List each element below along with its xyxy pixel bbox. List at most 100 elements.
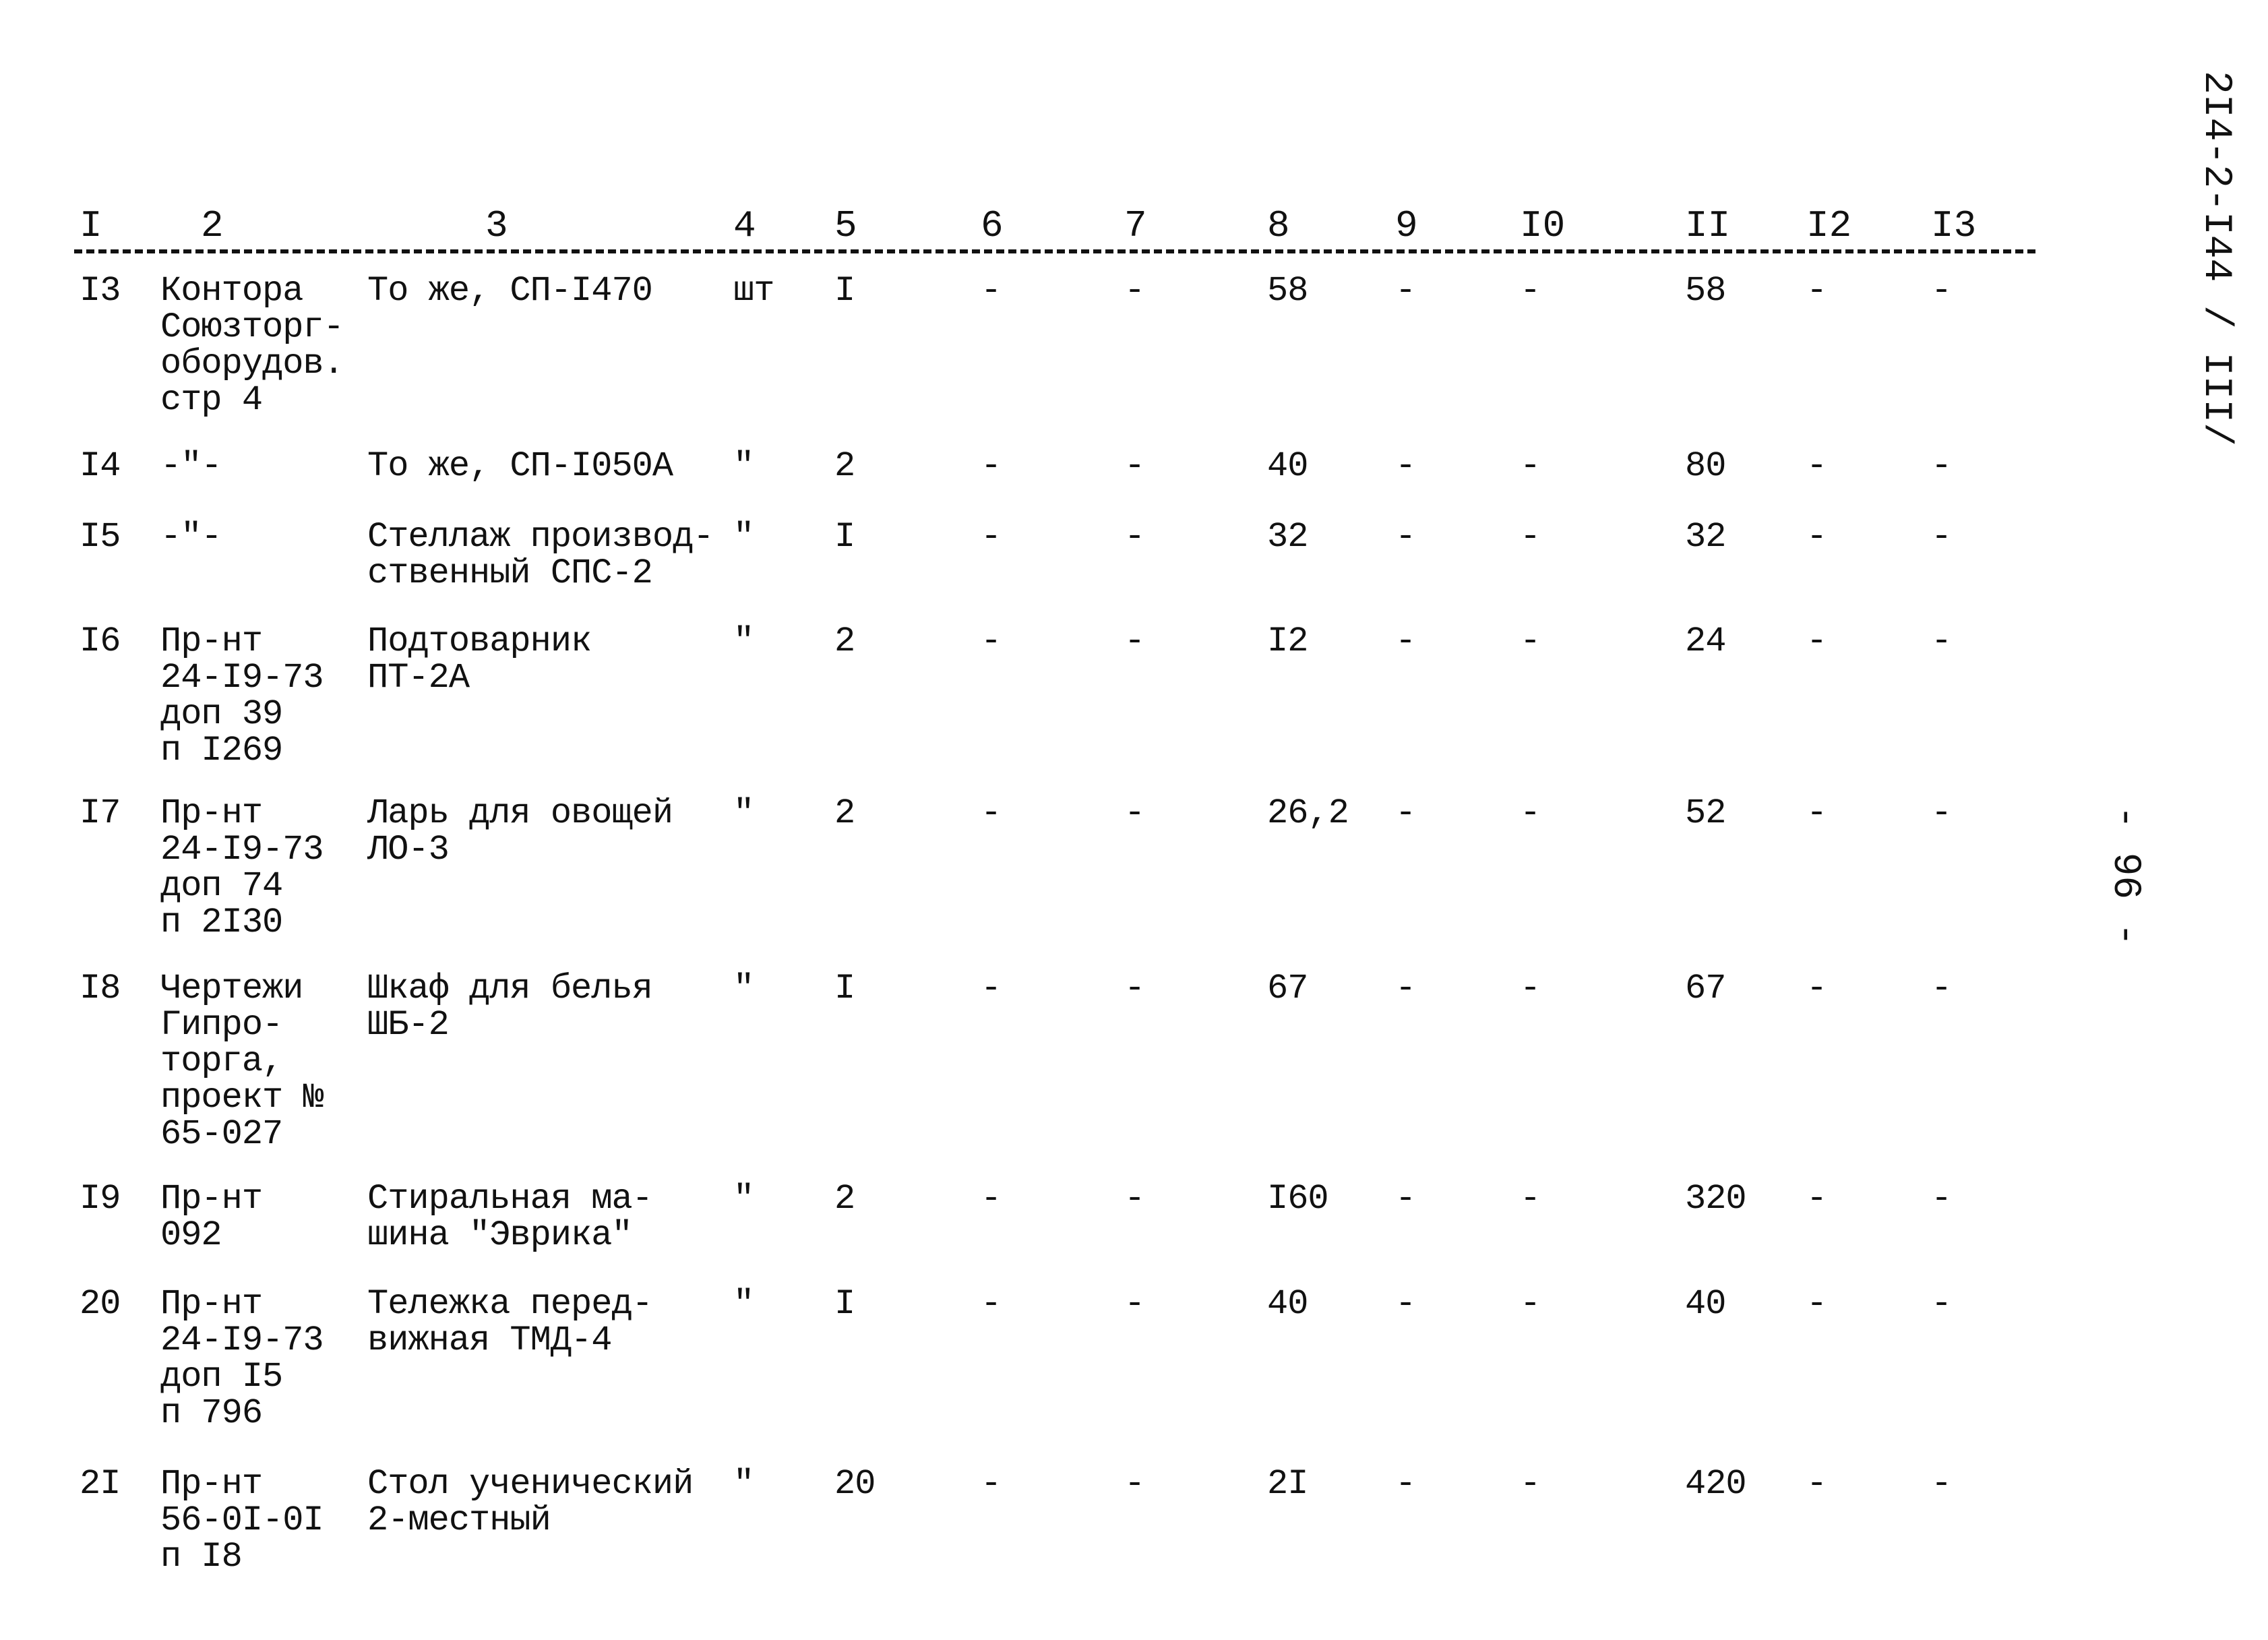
quantity: 20 [834,1464,876,1504]
unit-price: 67 [1267,969,1308,1008]
col-7: - [1124,793,1145,833]
col-12: - [1806,446,1827,486]
col-12: - [1806,271,1827,311]
quantity: 2 [834,621,855,661]
column-header-13: I3 [1931,204,1977,247]
header-dashed-rule [74,249,2035,253]
col-6: - [981,1179,1002,1219]
total-cost: 67 [1685,969,1726,1008]
col-6: - [981,969,1002,1008]
col-13: - [1931,621,1952,661]
unit: " [733,1464,754,1504]
col-9: - [1395,1179,1416,1219]
total-cost: 320 [1685,1179,1747,1219]
unit: " [733,1179,754,1219]
source-reference: Пр-нт 24-I9-73 доп 74 п 2I30 [160,793,324,942]
col-9: - [1395,446,1416,486]
column-header-12: I2 [1806,204,1852,247]
quantity: 2 [834,793,855,833]
source-reference: Пр-нт 092 [160,1179,263,1255]
total-cost: 24 [1685,621,1726,661]
item-name: То же, СП-I050А [367,446,673,486]
col-7: - [1124,1284,1145,1324]
row-number: I8 [80,969,121,1008]
column-header-3: 3 [485,204,508,247]
col-12: - [1806,793,1827,833]
unit: шт [733,271,774,311]
unit: " [733,517,754,557]
col-12: - [1806,517,1827,557]
total-cost: 80 [1685,446,1726,486]
column-header-11: II [1685,204,1731,247]
col-13: - [1931,969,1952,1008]
total-cost: 420 [1685,1464,1747,1504]
col-6: - [981,517,1002,557]
total-cost: 52 [1685,793,1726,833]
row-number: I9 [80,1179,121,1219]
column-header-2: 2 [201,204,224,247]
col-6: - [981,271,1002,311]
row-number: 20 [80,1284,121,1324]
row-number: I5 [80,517,121,557]
source-reference: Пр-нт 24-I9-73 доп 39 п I269 [160,621,324,770]
item-name: Шкаф для белья ШБ-2 [367,969,653,1045]
col-9: - [1395,793,1416,833]
document-code: 2I4-2-I44 / III/ [2194,71,2238,446]
unit-price: 58 [1267,271,1308,311]
quantity: 2 [834,1179,855,1219]
column-header-4: 4 [733,204,756,247]
item-name: Ларь для овощей ЛО-3 [367,793,673,870]
col-6: - [981,1284,1002,1324]
column-header-5: 5 [834,204,857,247]
col-13: - [1931,1284,1952,1324]
col-13: - [1931,517,1952,557]
col-9: - [1395,621,1416,661]
source-reference: Чертежи Гипро- торга, проект № 65-027 [160,969,324,1154]
column-header-1: I [80,204,102,247]
col-6: - [981,793,1002,833]
col-10: - [1520,1284,1541,1324]
unit-price: 40 [1267,1284,1308,1324]
col-10: - [1520,1179,1541,1219]
col-7: - [1124,1464,1145,1504]
item-name: Подтоварник ПТ-2А [367,621,592,698]
col-7: - [1124,969,1145,1008]
total-cost: 58 [1685,271,1726,311]
quantity: I [834,517,855,557]
item-name: Тележка перед- вижная ТМД-4 [367,1284,653,1360]
item-name: Стиральная ма- шина "Эврика" [367,1179,653,1255]
col-12: - [1806,969,1827,1008]
unit: " [733,621,754,661]
unit-price: I2 [1267,621,1308,661]
col-7: - [1124,621,1145,661]
item-name: Стол ученический 2-местный [367,1464,694,1540]
item-name: То же, СП-I470 [367,271,653,311]
col-10: - [1520,1464,1541,1504]
col-6: - [981,1464,1002,1504]
col-9: - [1395,1284,1416,1324]
unit-price: 40 [1267,446,1308,486]
col-7: - [1124,1179,1145,1219]
col-13: - [1931,271,1952,311]
document-page: I 2 3 4 5 6 7 8 9 I0 II I2 I3 I3 Контора Союзторг- об… [0,0,2268,1640]
page-number: - 96 - [2103,806,2147,946]
unit: " [733,969,754,1008]
col-7: - [1124,271,1145,311]
source-reference: Пр-нт 56-0I-0I п I8 [160,1464,324,1577]
unit: " [733,1284,754,1324]
column-header-9: 9 [1395,204,1418,247]
col-12: - [1806,1179,1827,1219]
col-12: - [1806,1284,1827,1324]
unit-price: 26,2 [1267,793,1349,833]
column-header-8: 8 [1267,204,1290,247]
col-10: - [1520,271,1541,311]
col-6: - [981,621,1002,661]
source-reference: -"- [160,517,222,557]
col-10: - [1520,621,1541,661]
col-9: - [1395,1464,1416,1504]
total-cost: 40 [1685,1284,1726,1324]
col-7: - [1124,446,1145,486]
source-reference: Пр-нт 24-I9-73 доп I5 п 796 [160,1284,324,1433]
quantity: I [834,969,855,1008]
col-9: - [1395,517,1416,557]
